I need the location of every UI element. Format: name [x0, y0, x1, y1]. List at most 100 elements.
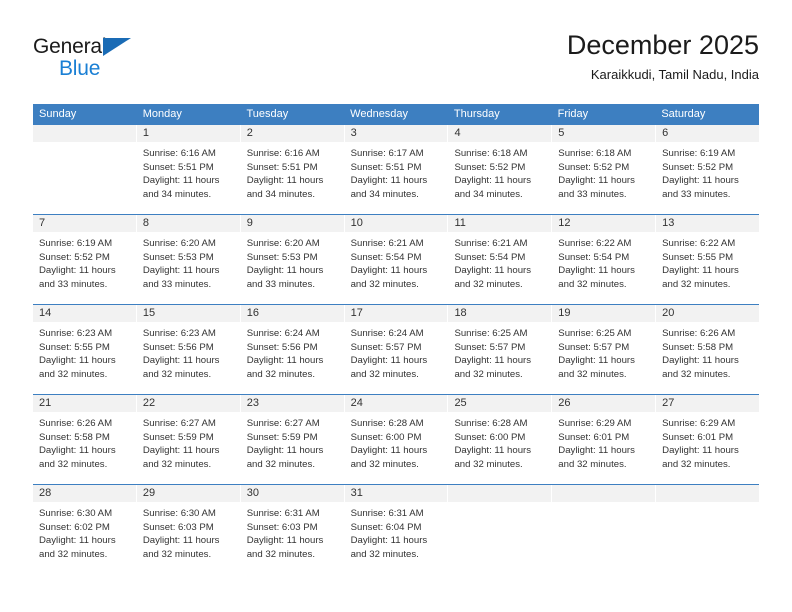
- daylight-text: Daylight: 11 hours and 32 minutes.: [350, 265, 428, 290]
- day-number-band: 12: [552, 215, 656, 233]
- calendar-day-cell[interactable]: 3 Sunrise: 6:17 AM Sunset: 5:51 PM Daylight…: [344, 125, 449, 214]
- calendar-day-cell[interactable]: 16 Sunrise: 6:24 AM Sunset: 5:56 PM Dayligh…: [240, 305, 345, 394]
- calendar-day-cell[interactable]: 6 Sunrise: 6:19 AM Sunset: 5:52 PM Daylight…: [656, 125, 760, 214]
- day-details: Sunrise: 6:23 AM Sunset: 5:56 PM Daylight:…: [137, 323, 240, 381]
- sunrise-text: Sunrise: 6:16 AM: [246, 148, 320, 159]
- day-number-band: 19: [552, 305, 656, 323]
- day-details: Sunrise: 6:22 AM Sunset: 5:54 PM Daylight:…: [552, 233, 655, 291]
- sunrise-text: Sunrise: 6:24 AM: [246, 328, 320, 339]
- calendar-day-cell[interactable]: 29 Sunrise: 6:30 AM Sunset: 6:03 PM Dayligh…: [136, 485, 241, 574]
- calendar-day-cell[interactable]: 2 Sunrise: 6:16 AM Sunset: 5:51 PM Daylight…: [240, 125, 345, 214]
- sunrise-text: Sunrise: 6:31 AM: [350, 508, 424, 519]
- calendar-day-cell[interactable]: 20 Sunrise: 6:26 AM Sunset: 5:58 PM Dayligh…: [656, 305, 760, 394]
- day-number: 8: [142, 217, 149, 229]
- logo-text-blue: Blue: [59, 57, 101, 80]
- day-number: 2: [246, 127, 253, 139]
- sunrise-text: Sunrise: 6:21 AM: [454, 238, 528, 249]
- calendar-day-cell[interactable]: 10 Sunrise: 6:21 AM Sunset: 5:54 PM Dayligh…: [344, 215, 449, 304]
- sunrise-text: Sunrise: 6:26 AM: [39, 418, 113, 429]
- day-number-band: [448, 485, 552, 503]
- calendar-day-cell[interactable]: 28 Sunrise: 6:30 AM Sunset: 6:02 PM Dayligh…: [33, 485, 137, 574]
- calendar-day-cell[interactable]: 18 Sunrise: 6:25 AM Sunset: 5:57 PM Dayligh…: [448, 305, 553, 394]
- day-details: Sunrise: 6:16 AM Sunset: 5:51 PM Daylight:…: [241, 143, 344, 201]
- sunset-text: Sunset: 6:04 PM: [350, 521, 422, 533]
- day-number: 30: [246, 487, 259, 499]
- calendar-day-cell[interactable]: 4 Sunrise: 6:18 AM Sunset: 5:52 PM Daylight…: [448, 125, 553, 214]
- calendar-day-cell[interactable]: 24 Sunrise: 6:28 AM Sunset: 6:00 PM Dayligh…: [344, 395, 449, 484]
- day-number: 16: [246, 307, 259, 319]
- sunrise-text: Sunrise: 6:16 AM: [142, 148, 216, 159]
- sunset-text: Sunset: 5:51 PM: [246, 161, 318, 173]
- daylight-text: Daylight: 11 hours and 32 minutes.: [558, 445, 635, 470]
- sunset-text: Sunset: 5:59 PM: [246, 431, 318, 443]
- day-number-band: 6: [656, 125, 760, 143]
- sunrise-text: Sunrise: 6:31 AM: [246, 508, 320, 519]
- calendar-day-cell[interactable]: 12 Sunrise: 6:22 AM Sunset: 5:54 PM Dayligh…: [552, 215, 657, 304]
- day-number: 4: [454, 127, 461, 139]
- day-number-band: [656, 485, 760, 503]
- calendar-day-cell[interactable]: 13 Sunrise: 6:22 AM Sunset: 5:55 PM Dayligh…: [656, 215, 760, 304]
- sunset-text: Sunset: 6:00 PM: [350, 431, 422, 443]
- sunset-text: Sunset: 6:01 PM: [662, 431, 734, 443]
- day-number: 11: [454, 217, 466, 229]
- sunrise-text: Sunrise: 6:28 AM: [454, 418, 528, 429]
- calendar-day-cell[interactable]: 21 Sunrise: 6:26 AM Sunset: 5:58 PM Dayligh…: [33, 395, 137, 484]
- day-details: Sunrise: 6:28 AM Sunset: 6:00 PM Daylight:…: [448, 413, 551, 471]
- calendar-day-cell[interactable]: 14 Sunrise: 6:23 AM Sunset: 5:55 PM Dayligh…: [33, 305, 137, 394]
- title-block: December 2025 Karaikkudi, Tamil Nadu, In…: [567, 28, 759, 85]
- day-number: 7: [39, 217, 46, 229]
- calendar-weeks: 1 Sunrise: 6:16 AM Sunset: 5:51 PM Daylight…: [33, 125, 760, 574]
- sunset-text: Sunset: 6:00 PM: [454, 431, 526, 443]
- calendar-day-cell[interactable]: 5 Sunrise: 6:18 AM Sunset: 5:52 PM Daylight…: [552, 125, 657, 214]
- calendar-day-cell[interactable]: 19 Sunrise: 6:25 AM Sunset: 5:57 PM Dayligh…: [552, 305, 657, 394]
- calendar-day-cell[interactable]: 17 Sunrise: 6:24 AM Sunset: 5:57 PM Dayligh…: [344, 305, 449, 394]
- calendar-day-cell[interactable]: 9 Sunrise: 6:20 AM Sunset: 5:53 PM Daylight…: [240, 215, 345, 304]
- calendar-week-row: 14 Sunrise: 6:23 AM Sunset: 5:55 PM Dayligh…: [33, 304, 760, 394]
- day-number: 26: [558, 397, 571, 409]
- calendar-day-cell[interactable]: 7 Sunrise: 6:19 AM Sunset: 5:52 PM Daylight…: [33, 215, 137, 304]
- daylight-text: Daylight: 11 hours and 32 minutes.: [454, 445, 532, 470]
- calendar-day-cell[interactable]: 27 Sunrise: 6:29 AM Sunset: 6:01 PM Dayligh…: [656, 395, 760, 484]
- daylight-text: Daylight: 11 hours and 32 minutes.: [558, 265, 635, 290]
- day-number: 31: [350, 487, 363, 499]
- calendar-day-cell[interactable]: 23 Sunrise: 6:27 AM Sunset: 5:59 PM Dayligh…: [240, 395, 345, 484]
- day-number: 6: [662, 127, 669, 139]
- calendar-week-row: 21 Sunrise: 6:26 AM Sunset: 5:58 PM Dayligh…: [33, 394, 760, 484]
- daylight-text: Daylight: 11 hours and 33 minutes.: [246, 265, 324, 290]
- calendar-day-cell[interactable]: 11 Sunrise: 6:21 AM Sunset: 5:54 PM Dayligh…: [448, 215, 553, 304]
- calendar-day-cell[interactable]: 8 Sunrise: 6:20 AM Sunset: 5:53 PM Daylight…: [136, 215, 241, 304]
- calendar-day-cell[interactable]: 1 Sunrise: 6:16 AM Sunset: 5:51 PM Daylight…: [136, 125, 241, 214]
- sunrise-text: Sunrise: 6:22 AM: [662, 238, 736, 249]
- daylight-text: Daylight: 11 hours and 33 minutes.: [142, 265, 220, 290]
- day-number-band: 11: [448, 215, 552, 233]
- day-number: 9: [246, 217, 253, 229]
- day-details: Sunrise: 6:23 AM Sunset: 5:55 PM Daylight:…: [33, 323, 136, 381]
- sunset-text: Sunset: 5:52 PM: [39, 251, 110, 263]
- daylight-text: Daylight: 11 hours and 32 minutes.: [142, 355, 220, 380]
- sunrise-text: Sunrise: 6:25 AM: [454, 328, 528, 339]
- calendar-day-cell[interactable]: 31 Sunrise: 6:31 AM Sunset: 6:04 PM Dayligh…: [344, 485, 449, 574]
- sunset-text: Sunset: 6:02 PM: [39, 521, 110, 533]
- day-number-band: 31: [344, 485, 448, 503]
- sunset-text: Sunset: 5:53 PM: [246, 251, 318, 263]
- calendar-day-cell[interactable]: 22 Sunrise: 6:27 AM Sunset: 5:59 PM Dayligh…: [136, 395, 241, 484]
- day-number-band: 15: [136, 305, 240, 323]
- day-number-band: [552, 485, 656, 503]
- calendar-day-cell[interactable]: 15 Sunrise: 6:23 AM Sunset: 5:56 PM Dayligh…: [136, 305, 241, 394]
- calendar-day-cell[interactable]: 26 Sunrise: 6:29 AM Sunset: 6:01 PM Dayligh…: [552, 395, 657, 484]
- day-number: 13: [662, 217, 675, 229]
- general-blue-logo[interactable]: General Blue: [33, 36, 163, 92]
- day-details: Sunrise: 6:21 AM Sunset: 5:54 PM Daylight:…: [448, 233, 551, 291]
- daylight-text: Daylight: 11 hours and 32 minutes.: [39, 445, 116, 470]
- day-number: 24: [350, 397, 363, 409]
- daylight-text: Daylight: 11 hours and 32 minutes.: [662, 445, 739, 470]
- calendar-day-cell[interactable]: 25 Sunrise: 6:28 AM Sunset: 6:00 PM Dayligh…: [448, 395, 553, 484]
- sunset-text: Sunset: 5:54 PM: [350, 251, 422, 263]
- daylight-text: Daylight: 11 hours and 33 minutes.: [558, 175, 635, 200]
- calendar-day-cell[interactable]: 30 Sunrise: 6:31 AM Sunset: 6:03 PM Dayligh…: [240, 485, 345, 574]
- sunset-text: Sunset: 5:54 PM: [454, 251, 526, 263]
- day-number: 18: [454, 307, 467, 319]
- day-number-band: 18: [448, 305, 552, 323]
- weekday-header-friday: Friday: [557, 108, 589, 120]
- daylight-text: Daylight: 11 hours and 34 minutes.: [142, 175, 220, 200]
